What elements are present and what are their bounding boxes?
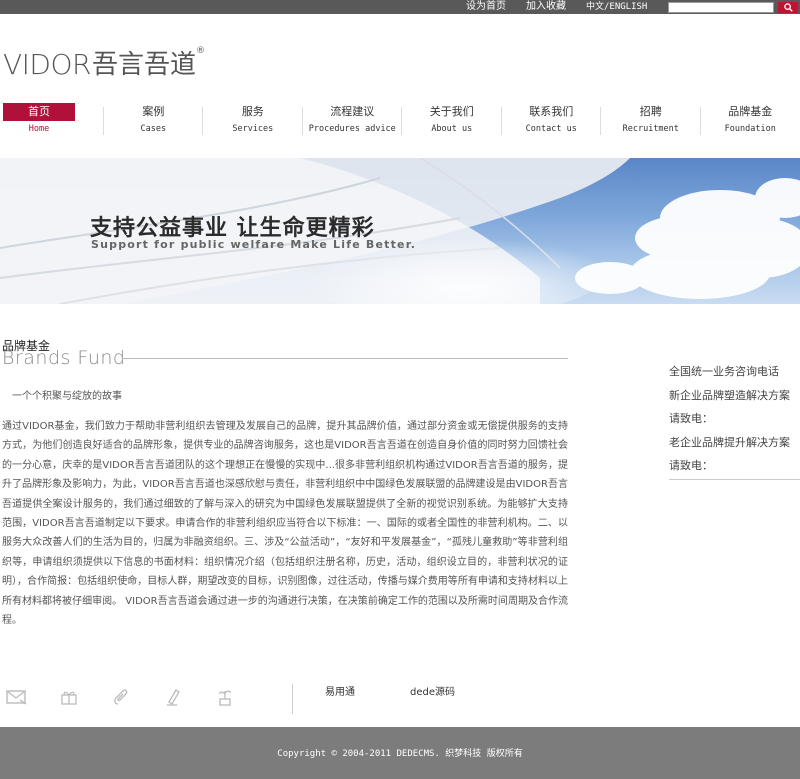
logo-latin: VIDOR [3,48,91,81]
nav-label-zh: 品牌基金 [728,105,773,118]
top-links: 设为首页 加入收藏 中文/ENGLISH [466,0,667,14]
nav-label-en: Services [232,124,274,134]
main-nav: 首页 Home 案例 Cases 服务 Services 流程建议 Proced… [3,103,800,139]
sidebar-call-2: 请致电： [669,459,713,472]
section-tagline: 一个个积聚与绽放的故事 [12,391,122,402]
nav-label-en: Recruitment [622,124,679,134]
sidebar-divider [669,479,800,480]
nav-label-zh: 关于我们 [429,105,474,118]
search-input[interactable] [668,2,774,13]
nav-label-en: Cases [140,124,167,134]
nav-item-contact[interactable]: 联系我们 Contact us [502,103,602,139]
footer-link-yiyongtong[interactable]: 易用通 [325,683,355,698]
sidebar-hotline: 全国统一业务咨询电话 [669,365,779,378]
section-body: 通过VIDOR基金，我们致力于帮助非营利组织去管理及发展自己的品牌，提升其品牌价… [2,421,568,627]
nav-item-home[interactable]: 首页 Home [3,103,104,139]
nav-label-zh: 招聘 [639,105,662,118]
footer-divider [292,684,293,714]
mail-icon[interactable] [6,686,28,708]
copyright-text: Copyright © 2004-2011 DEDECMS. 织梦科技 版权所有 [277,749,523,759]
nav-item-foundation[interactable]: 品牌基金 Foundation [701,103,800,139]
nav-label-en: Procedures advice [308,124,396,134]
nav-label-zh: 首页 [3,103,76,121]
nav-item-services[interactable]: 服务 Services [203,103,303,139]
paperclip-icon[interactable] [110,686,132,708]
nav-label-en: Home [28,124,50,134]
nav-item-about[interactable]: 关于我们 About us [402,103,502,139]
hero-banner: 支持公益事业 让生命更精彩 Support for public welfare… [0,158,800,304]
nav-label-zh: 流程建议 [330,105,375,118]
banner-subtitle: Support for public welfare Make Life Bet… [91,238,417,251]
top-bar: 设为首页 加入收藏 中文/ENGLISH [0,0,800,14]
registered-mark: ® [195,46,205,56]
set-homepage-link[interactable]: 设为首页 [466,0,506,14]
sidebar-new-brand: 新企业品牌塑造解决方案 [669,388,790,402]
logo[interactable]: VIDOR 吾言吾道 ® [3,44,205,80]
nav-label-zh: 联系我们 [529,105,574,118]
nav-label-en: Contact us [525,124,577,134]
footer-icons [6,686,266,708]
nav-label-en: Foundation [724,124,776,134]
footer-link-dede[interactable]: dede源码 [410,683,455,698]
language-switch-link[interactable]: 中文/ENGLISH [586,0,647,14]
sidebar-old-brand: 老企业品牌提升解决方案 [669,435,790,449]
section-divider [122,358,568,359]
sidebar-call-1: 请致电： [669,412,713,425]
gift-icon[interactable] [58,686,80,708]
section-title-en: Brands Fund [2,347,126,369]
nav-label-zh: 服务 [241,105,264,118]
nav-item-cases[interactable]: 案例 Cases [104,103,204,139]
nav-label-en: About us [431,124,473,134]
nav-label-zh: 案例 [142,105,165,118]
plant-icon[interactable] [214,686,236,708]
nav-item-recruitment[interactable]: 招聘 Recruitment [601,103,701,139]
logo-cjk: 吾言吾道 [91,50,196,80]
pencil-icon[interactable] [162,686,184,708]
nav-item-procedures[interactable]: 流程建议 Procedures advice [303,103,403,139]
search-button[interactable] [778,2,798,13]
add-favorite-link[interactable]: 加入收藏 [526,0,566,14]
page-footer: Copyright © 2004-2011 DEDECMS. 织梦科技 版权所有 [0,727,800,779]
search-icon [783,3,793,12]
contact-sidebar: 全国统一业务咨询电话 新企业品牌塑造解决方案 请致电： 老企业品牌提升解决方案 … [669,360,800,478]
